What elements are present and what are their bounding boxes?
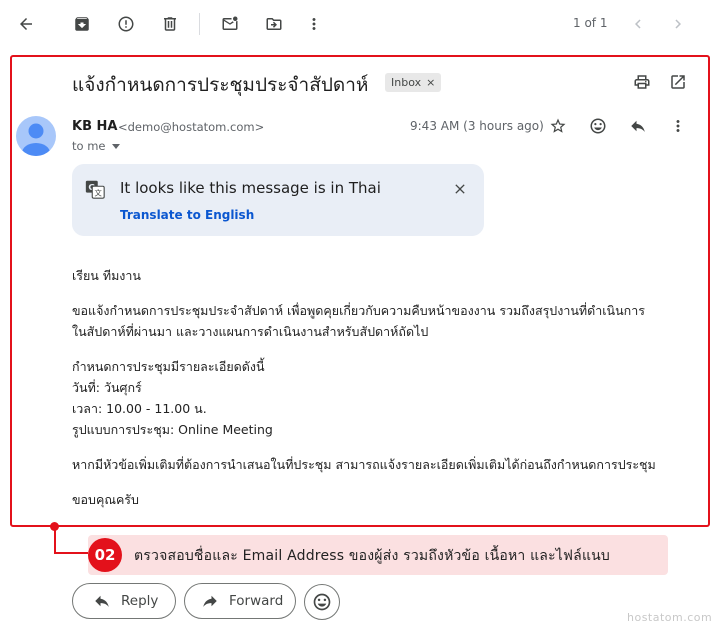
caret-down-icon [112,143,121,149]
toolbar: 1 of 1 [0,0,720,48]
translate-message: It looks like this message is in Thai [120,179,381,197]
email-subject: แจ้งกำหนดการประชุมประจำสัปดาห์ [72,74,369,96]
body-greeting: เรียน ทีมงาน [72,268,141,283]
forward-arrow-icon [203,595,217,607]
sender-name: KB HA [72,119,118,134]
older-chevron-icon[interactable] [664,10,692,38]
reply-icon[interactable] [624,112,652,140]
close-icon[interactable] [448,177,472,201]
body-time-line: เวลา: 10.00 - 11.00 น. [72,401,207,416]
reply-button-label: Reply [121,593,159,609]
emoji-reaction-button[interactable] [304,584,340,620]
sender-email: <demo@hostatom.com> [118,120,265,134]
reply-button[interactable]: Reply [72,583,176,619]
recipient-details-toggle[interactable]: to me [72,139,121,153]
more-vert-icon[interactable] [300,10,328,38]
remove-label-icon[interactable]: × [426,76,435,89]
body-closing: ขอบคุณครับ [72,492,139,507]
archive-icon[interactable] [68,10,96,38]
translate-icon: G 文 [85,180,105,199]
reply-arrow-icon [95,595,109,607]
callout-bubble: 02 ตรวจสอบชื่อและ Email Address ของผู้ส่… [88,535,668,575]
recipient-text: to me [72,139,106,153]
callout-connector [54,552,90,554]
translate-link[interactable]: Translate to English [120,208,254,222]
forward-button-label: Forward [229,593,284,609]
print-icon[interactable] [628,68,656,96]
callout-text: ตรวจสอบชื่อและ Email Address ของผู้ส่ง ร… [134,548,611,564]
email-timestamp: 9:43 AM (3 hours ago) [410,119,544,133]
body-paragraph-line: ขอแจ้งกำหนดการประชุมประจำสัปดาห์ เพื่อพู… [72,303,645,318]
newer-chevron-icon[interactable] [624,10,652,38]
callout-step-number: 02 [88,538,122,572]
open-new-window-icon[interactable] [664,68,692,96]
translate-banner: G 文 It looks like this message is in Tha… [72,164,484,236]
body-date-line: วันที่: วันศุกร์ [72,380,142,395]
body-format-line: รูปแบบการประชุม: Online Meeting [72,422,273,437]
svg-text:文: 文 [95,188,103,197]
body-paragraph-line: หากมีหัวข้อเพิ่มเติมที่ต้องการนำเสนอในที… [72,457,656,472]
message-more-vert-icon[interactable] [664,112,692,140]
pager-count: 1 of 1 [573,16,608,30]
star-icon[interactable] [544,112,572,140]
callout-dot [50,522,59,531]
move-to-icon[interactable] [260,10,288,38]
delete-icon[interactable] [156,10,184,38]
body-details-intro: กำหนดการประชุมมีรายละเอียดดังนี้ [72,359,265,374]
inbox-label-text: Inbox [391,76,422,89]
watermark: hostatom.com [627,611,713,624]
inbox-label-badge: Inbox × [385,73,442,92]
add-reaction-icon[interactable] [584,112,612,140]
forward-button[interactable]: Forward [184,583,296,619]
mark-unread-icon[interactable] [216,10,244,38]
back-arrow-icon[interactable] [12,10,40,38]
body-paragraph-line: ในสัปดาห์ที่ผ่านมา และวางแผนการดำเนินงาน… [72,324,429,339]
toolbar-divider [199,13,200,35]
report-spam-icon[interactable] [112,10,140,38]
avatar[interactable] [16,116,56,156]
smiley-icon [313,593,331,611]
